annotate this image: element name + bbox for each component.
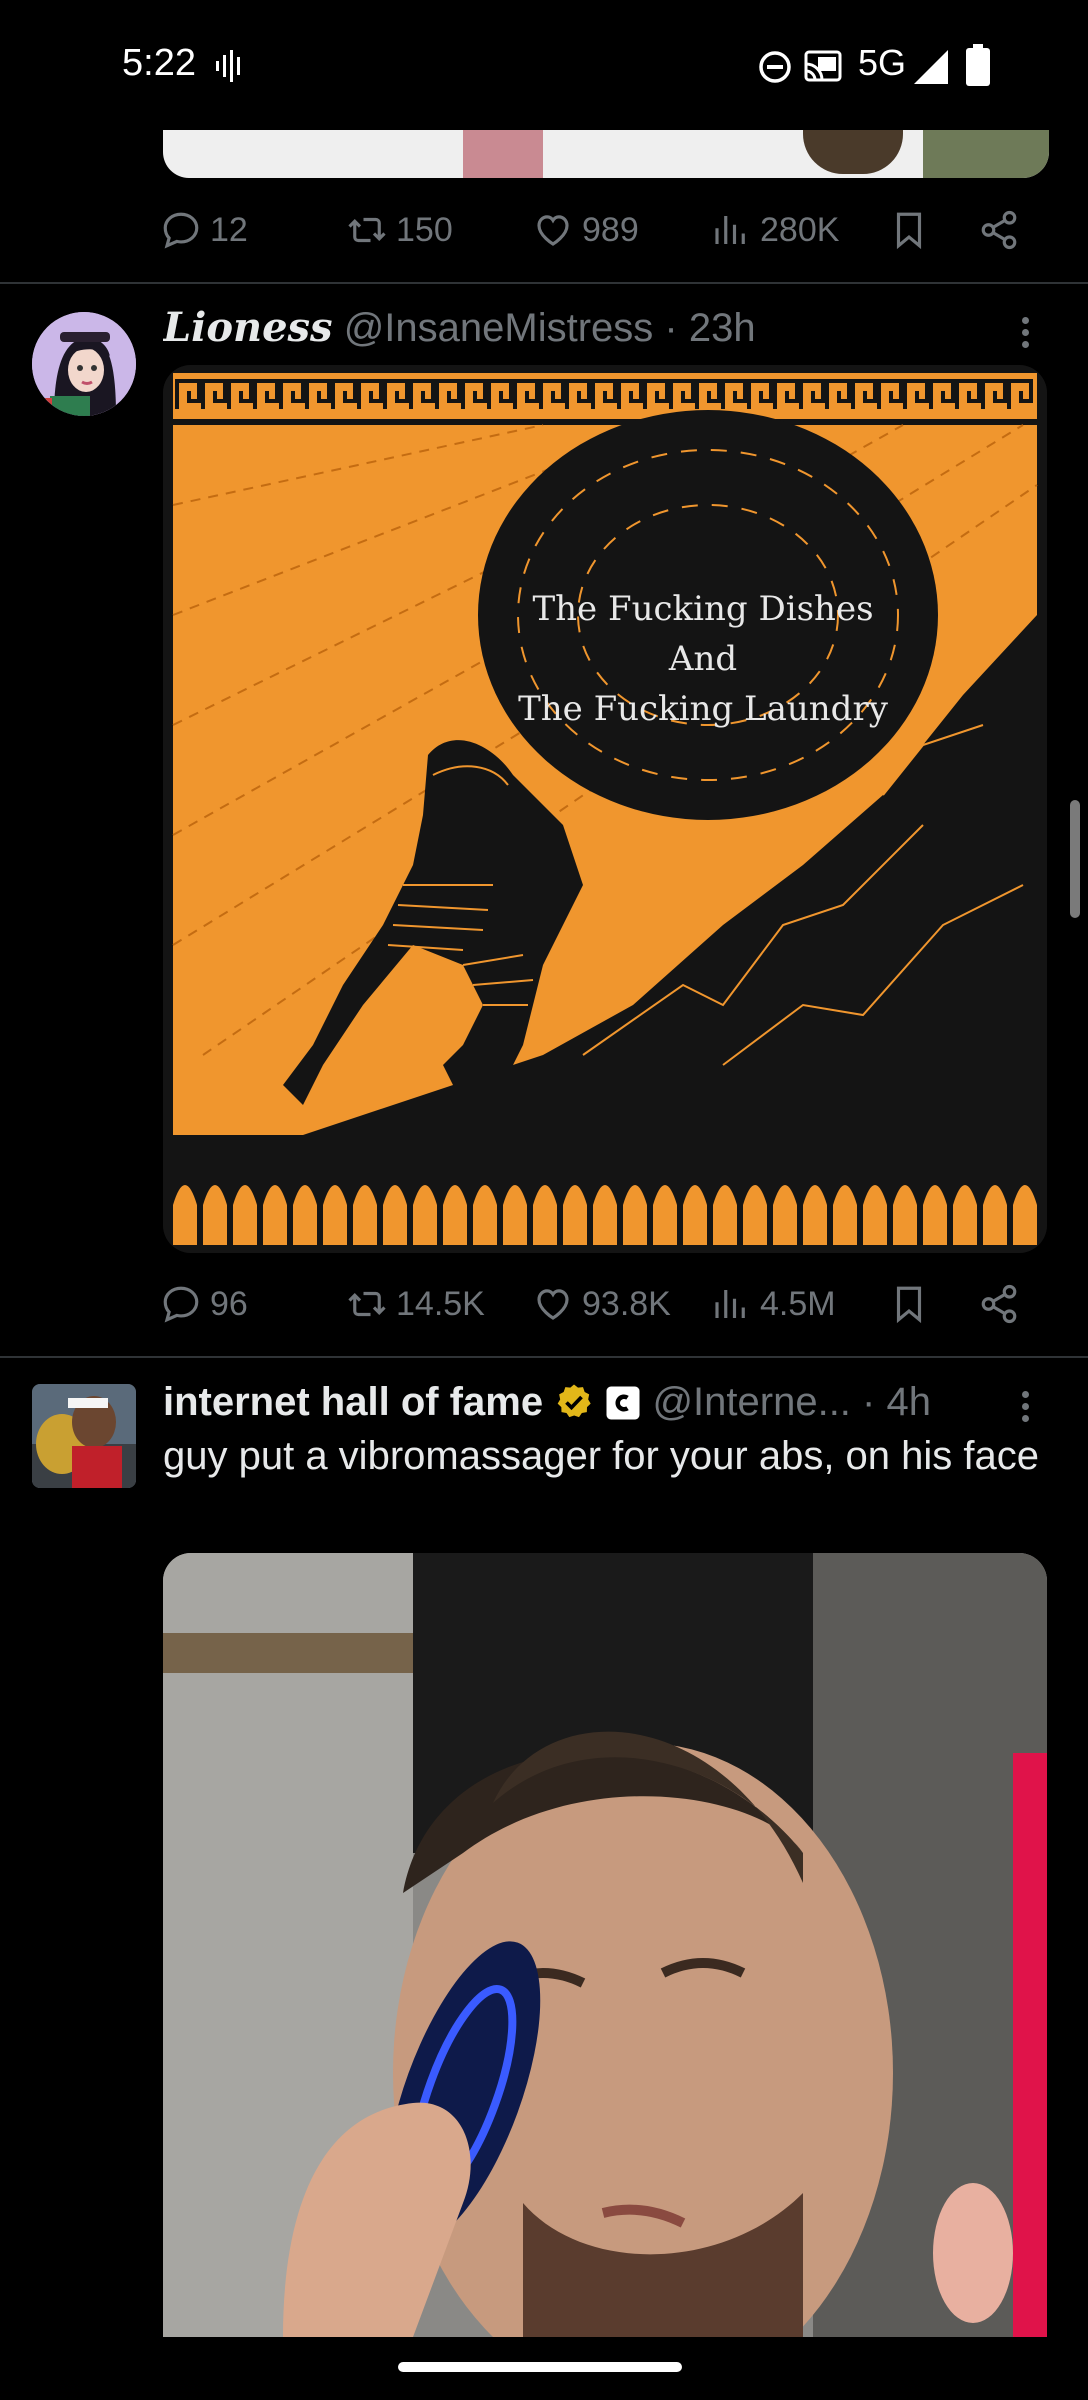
retweet-icon [348, 1291, 386, 1317]
views-button[interactable]: 4.5M [710, 1274, 836, 1334]
battery-icon [966, 44, 990, 86]
status-bar: 5:22 5G [0, 0, 1088, 130]
tweet-header: internet hall of fame @Interne... · 4h [163, 1374, 993, 1430]
bookmark-button[interactable] [888, 200, 938, 260]
like-button[interactable]: 989 [532, 200, 639, 260]
tweet-header: Lioness @InsaneMistress · 23h [163, 302, 993, 354]
display-name[interactable]: internet hall of fame [163, 1380, 543, 1424]
heart-icon [537, 215, 569, 246]
share-button[interactable] [978, 200, 1028, 260]
more-options-icon[interactable] [1022, 1386, 1042, 1426]
sisyphus-illustration: The Fucking Dishes And The Fucking Laund… [163, 365, 1047, 1253]
divider [0, 282, 1088, 284]
previous-tweet-media[interactable] [163, 130, 1049, 178]
voice-activity-icon [216, 50, 240, 82]
timestamp[interactable]: · 4h [862, 1380, 931, 1424]
reply-icon [163, 212, 199, 249]
video-frame [163, 1553, 1047, 2337]
avatar[interactable] [32, 1384, 136, 1488]
cast-icon [804, 50, 842, 82]
views-icon [715, 1290, 745, 1318]
reply-button[interactable]: 96 [160, 1274, 248, 1334]
avatar[interactable] [32, 312, 136, 416]
tweet-video[interactable] [163, 1553, 1047, 2337]
image-text-line2: And [668, 639, 737, 679]
display-name[interactable]: Lioness [163, 304, 333, 351]
retweet-icon [348, 217, 386, 243]
status-time: 5:22 [122, 42, 196, 84]
affiliate-badge-icon [606, 1386, 640, 1420]
retweet-count: 150 [396, 210, 453, 249]
signal-icon [914, 50, 948, 84]
timestamp[interactable]: · 23h [664, 306, 755, 350]
network-label: 5G [858, 42, 907, 83]
more-options-icon[interactable] [1022, 312, 1042, 352]
share-button[interactable] [978, 1274, 1028, 1334]
like-count: 989 [582, 210, 639, 249]
views-icon [715, 216, 745, 244]
reply-count: 96 [210, 1284, 248, 1323]
tweet-actions: 96 14.5K 93.8K 4.5M [160, 1274, 1040, 1334]
share-icon [981, 1284, 1017, 1324]
handle[interactable]: @Interne... [652, 1380, 850, 1424]
views-button[interactable]: 280K [710, 200, 839, 260]
divider [0, 1356, 1088, 1358]
verified-badge-icon [557, 1384, 591, 1418]
retweet-count: 14.5K [396, 1284, 485, 1323]
bookmark-icon [896, 212, 922, 250]
share-icon [981, 210, 1017, 250]
like-count: 93.8K [582, 1284, 671, 1323]
bookmark-button[interactable] [888, 1274, 938, 1334]
image-text-line1: The Fucking Dishes [532, 589, 873, 629]
tweet-text: guy put a vibromassager for your abs, on… [163, 1434, 1040, 1478]
image-text-line3: The Fucking Laundry [518, 689, 889, 729]
retweet-button[interactable]: 150 [346, 200, 453, 260]
home-indicator[interactable] [398, 2362, 682, 2372]
heart-icon [537, 1289, 569, 1320]
reply-count: 12 [210, 210, 248, 249]
retweet-button[interactable]: 14.5K [346, 1274, 485, 1334]
tweet-image[interactable]: The Fucking Dishes And The Fucking Laund… [163, 365, 1047, 1253]
handle[interactable]: @InsaneMistress [344, 306, 654, 350]
view-count: 4.5M [760, 1284, 836, 1323]
dnd-icon [759, 51, 791, 83]
view-count: 280K [760, 210, 840, 249]
scrollbar[interactable] [1070, 800, 1080, 918]
bookmark-icon [896, 1286, 922, 1324]
reply-icon [163, 1286, 199, 1323]
like-button[interactable]: 93.8K [532, 1274, 671, 1334]
reply-button[interactable]: 12 [160, 200, 248, 260]
previous-tweet-actions: 12 150 989 280K [160, 200, 1040, 260]
